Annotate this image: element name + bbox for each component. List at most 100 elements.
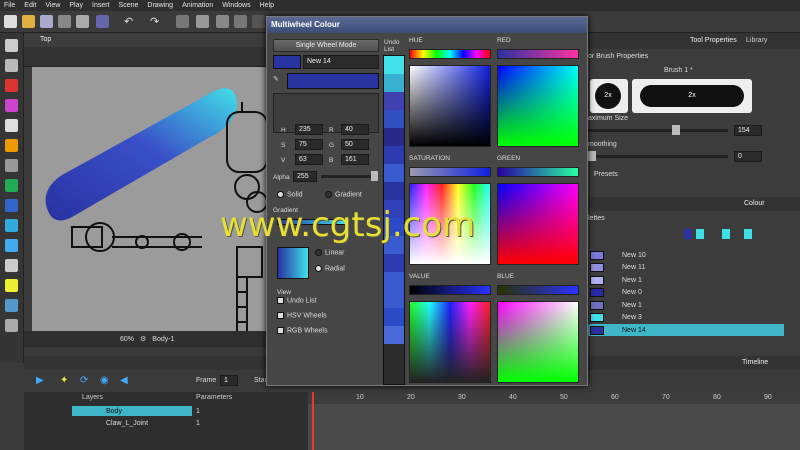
single-wheel-mode-button[interactable]: Single Wheel Mode [273, 39, 379, 52]
gradient-radio[interactable]: Gradient [325, 191, 362, 198]
playhead[interactable] [312, 392, 314, 450]
red-square[interactable] [497, 65, 579, 147]
cut-icon[interactable] [176, 15, 189, 28]
blue-square[interactable] [497, 301, 579, 383]
paint-tool-icon[interactable] [5, 199, 18, 212]
value-strip[interactable] [409, 285, 491, 295]
new-file-icon[interactable] [4, 15, 17, 28]
b-field[interactable]: 161 [341, 154, 369, 165]
loop-icon[interactable]: ⟳ [80, 375, 88, 386]
layers-icon[interactable] [234, 15, 247, 28]
redo-icon[interactable]: ↷ [150, 15, 163, 28]
current-colour-swatch[interactable] [273, 55, 301, 69]
eyedropper-icon[interactable]: ✎ [273, 75, 283, 85]
save-icon[interactable] [40, 15, 53, 28]
v-field[interactable]: 63 [295, 154, 323, 165]
colour-name-field[interactable]: New 14 [303, 55, 379, 69]
text-tool-icon[interactable] [5, 119, 18, 132]
red-strip[interactable] [497, 49, 579, 59]
max-size-field[interactable]: 154 [734, 125, 762, 136]
layer-name-claw[interactable]: Claw_L_Joint [106, 420, 148, 427]
layer-name-body[interactable]: Body [106, 408, 122, 415]
h-field[interactable]: 235 [295, 124, 323, 135]
brush-stroke-preview[interactable]: 2x [640, 85, 744, 107]
swatch-row[interactable]: New 3 [584, 312, 784, 324]
select-tool-icon[interactable] [5, 39, 18, 52]
swatch-row[interactable]: New 1 [584, 274, 784, 286]
export-icon[interactable] [76, 15, 89, 28]
hand-tool-icon[interactable] [5, 259, 18, 272]
menu-insert[interactable]: Insert [92, 2, 110, 9]
sound-icon[interactable]: ◀ [120, 375, 128, 386]
view-undo-checkbox[interactable]: Undo List [277, 297, 317, 304]
alpha-slider[interactable] [371, 171, 378, 181]
star-icon[interactable]: ✦ [60, 375, 68, 386]
grid-tool-icon[interactable] [5, 299, 18, 312]
pencil-tool-icon[interactable] [5, 99, 18, 112]
drawing-canvas[interactable] [32, 67, 268, 331]
hue-square[interactable] [409, 65, 491, 147]
tab-timeline[interactable]: Timeline [742, 359, 768, 366]
undo-icon[interactable]: ↶ [124, 15, 137, 28]
play-icon[interactable]: ▶ [36, 375, 44, 386]
rig-tool-icon[interactable] [5, 279, 18, 292]
stop-icon[interactable]: ◉ [100, 375, 109, 386]
smoothing-field[interactable]: 0 [734, 151, 762, 162]
swatch-row[interactable]: New 14 [584, 324, 784, 336]
contour-tool-icon[interactable] [5, 59, 18, 72]
blue-strip[interactable] [497, 285, 579, 295]
menu-scene[interactable]: Scene [119, 2, 139, 9]
green-strip[interactable] [497, 167, 579, 177]
brush-tip-preview[interactable]: 2x [595, 83, 621, 109]
shape-tool-icon[interactable] [5, 179, 18, 192]
r-field[interactable]: 40 [341, 124, 369, 135]
zoom-level[interactable]: 60% [120, 336, 134, 343]
tab-library[interactable]: Library [746, 37, 767, 44]
scan-icon[interactable] [96, 15, 109, 28]
eraser-tool-icon[interactable] [5, 139, 18, 152]
zoom-tool-icon[interactable] [5, 319, 18, 332]
tab-top[interactable]: Top [40, 36, 51, 43]
green-square[interactable] [497, 183, 579, 265]
layer-row-selected[interactable] [72, 406, 192, 416]
paste-icon[interactable] [216, 15, 229, 28]
menu-help[interactable]: Help [260, 2, 274, 9]
radial-radio[interactable]: Radial [315, 265, 345, 272]
alpha-field[interactable]: 255 [293, 171, 317, 182]
swatch-row[interactable]: New 10 [584, 249, 784, 261]
dropper-tool-icon[interactable] [5, 219, 18, 232]
saturation-strip[interactable] [409, 167, 491, 177]
tab-tool-properties[interactable]: Tool Properties [690, 37, 737, 44]
view-icon[interactable] [252, 15, 265, 28]
menu-play[interactable]: Play [69, 2, 83, 9]
view-rgb-checkbox[interactable]: RGB Wheels [277, 327, 327, 334]
menu-drawing[interactable]: Drawing [147, 2, 173, 9]
g-field[interactable]: 50 [341, 139, 369, 150]
frames-grid[interactable]: 10 20 30 40 50 60 70 80 90 [308, 392, 800, 450]
tab-colour[interactable]: Colour [744, 200, 765, 207]
menu-animation[interactable]: Animation [182, 2, 213, 9]
hue-strip[interactable] [409, 49, 491, 59]
gear-icon[interactable]: ⚙ [140, 335, 146, 343]
brush-tool-icon[interactable] [5, 79, 18, 92]
menu-view[interactable]: View [45, 2, 60, 9]
smoothing-slider[interactable] [588, 151, 596, 161]
solid-radio[interactable]: Solid [277, 191, 303, 198]
frame-field[interactable]: 1 [220, 375, 238, 386]
view-hsv-checkbox[interactable]: HSV Wheels [277, 312, 327, 319]
swatch-row[interactable]: New 1 [584, 299, 784, 311]
open-folder-icon[interactable] [22, 15, 35, 28]
linear-radio[interactable]: Linear [315, 249, 344, 256]
swatch-row[interactable]: New 11 [584, 262, 784, 274]
menu-file[interactable]: File [4, 2, 15, 9]
save-all-icon[interactable] [58, 15, 71, 28]
copy-icon[interactable] [196, 15, 209, 28]
menu-windows[interactable]: Windows [222, 2, 250, 9]
swatch-row[interactable]: New 0 [584, 287, 784, 299]
s-field[interactable]: 75 [295, 139, 323, 150]
dialog-title[interactable]: Multiwheel Colour [267, 17, 587, 33]
line-tool-icon[interactable] [5, 159, 18, 172]
menu-edit[interactable]: Edit [24, 2, 36, 9]
max-size-slider[interactable] [672, 125, 680, 135]
value-square[interactable] [409, 301, 491, 383]
